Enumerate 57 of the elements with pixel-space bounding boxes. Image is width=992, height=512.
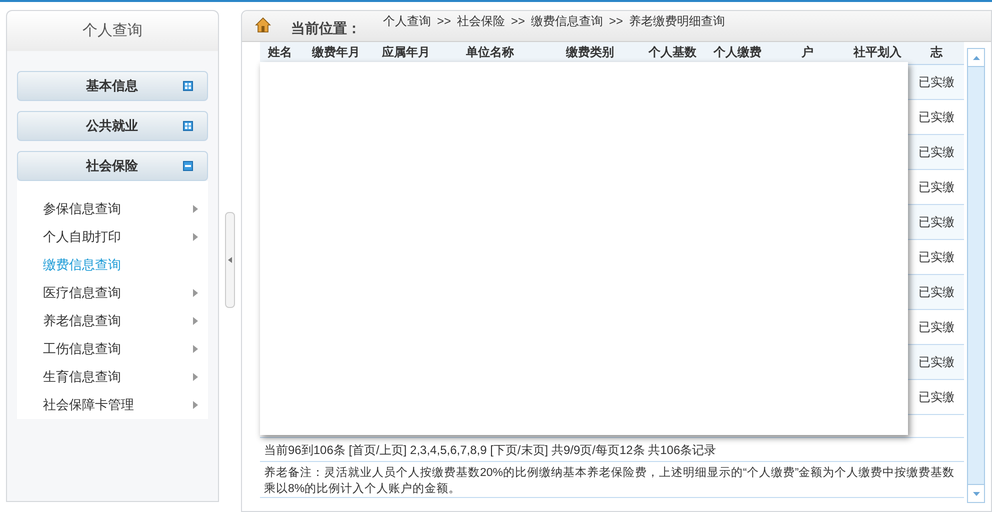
- section-header[interactable]: 社会保险: [17, 151, 208, 181]
- menu-item[interactable]: 参保信息查询: [17, 195, 208, 223]
- column-header: 志: [929, 44, 944, 61]
- menu-item[interactable]: 个人自助打印: [17, 223, 208, 251]
- menu-item[interactable]: 医疗信息查询: [17, 279, 208, 307]
- menu-item[interactable]: 社会保障卡管理: [17, 391, 208, 419]
- column-header: 单位名称: [465, 44, 515, 61]
- arrow-right-icon: [193, 317, 198, 325]
- menu-item[interactable]: 养老信息查询: [17, 307, 208, 335]
- arrow-left-icon: [228, 257, 232, 263]
- expand-icon: [183, 81, 193, 91]
- scroll-down-icon: [972, 492, 980, 496]
- breadcrumb-separator: >>: [609, 13, 624, 30]
- table-cell-text: 已实缴: [918, 74, 956, 91]
- arrow-right-icon: [193, 345, 198, 353]
- pagination-text: 当前96到106条 [首页/上页] 2,3,4,5,6,7,8,9 [下页/末页] 共9/9页/每页12条 共106条记录: [260, 438, 964, 462]
- breadcrumb-link[interactable]: 养老缴费明细查询: [629, 12, 726, 30]
- column-header: 应属年月: [381, 44, 431, 61]
- section-header[interactable]: 公共就业: [17, 111, 208, 141]
- table-cell-text: 已实缴: [918, 319, 956, 336]
- table-cell-text: 已实缴: [918, 284, 956, 301]
- location-label: 当前位置：: [291, 19, 361, 38]
- table-cell-text: 已实缴: [918, 179, 956, 196]
- arrow-right-icon: [193, 373, 198, 381]
- arrow-right-icon: [193, 233, 198, 241]
- column-header: 户: [800, 44, 814, 61]
- table-cell-text: 已实缴: [918, 214, 956, 231]
- menu-item[interactable]: 生育信息查询: [17, 363, 208, 391]
- column-header: 个人缴费: [712, 44, 762, 61]
- column-header: 缴费类别: [564, 44, 615, 61]
- sidebar-title: 个人查询: [7, 11, 218, 51]
- arrow-right-icon: [193, 205, 198, 213]
- scrollbar[interactable]: [967, 48, 985, 503]
- table-cell-text: 已实缴: [918, 249, 956, 266]
- scroll-up-icon: [972, 56, 980, 60]
- column-header: 缴费年月: [310, 44, 361, 61]
- collapse-icon: [183, 161, 193, 171]
- breadcrumb-separator: >>: [511, 13, 526, 30]
- collapse-handle[interactable]: [225, 212, 235, 308]
- table-cell-text: 已实缴: [918, 144, 956, 161]
- breadcrumb-link[interactable]: 缴费信息查询: [531, 12, 604, 30]
- table-cell-text: 已实缴: [918, 354, 956, 371]
- section-header[interactable]: 基本信息: [17, 71, 208, 101]
- table-cell-text: 已实缴: [918, 389, 956, 406]
- breadcrumb-separator: >>: [437, 13, 452, 30]
- arrow-right-icon: [193, 401, 198, 409]
- breadcrumb-link[interactable]: 社会保险: [457, 12, 506, 30]
- home-icon: [255, 17, 271, 33]
- expand-icon: [183, 121, 193, 131]
- column-header: 姓名: [266, 44, 293, 61]
- arrow-right-icon: [193, 289, 198, 297]
- column-header: 社平划入: [852, 44, 902, 61]
- breadcrumb-link[interactable]: 个人查询: [383, 12, 431, 30]
- note-text: 养老备注：灵活就业人员个人按缴费基数20%的比例缴纳基本养老保险费，上述明细显示的“个人缴费”金额为个人缴费中按缴费基数乘以8%的比例计入个人账户的金额。: [260, 462, 964, 498]
- table-cell-text: 已实缴: [918, 109, 956, 126]
- column-header: 个人基数: [647, 44, 698, 61]
- menu-item[interactable]: 工伤信息查询: [17, 335, 208, 363]
